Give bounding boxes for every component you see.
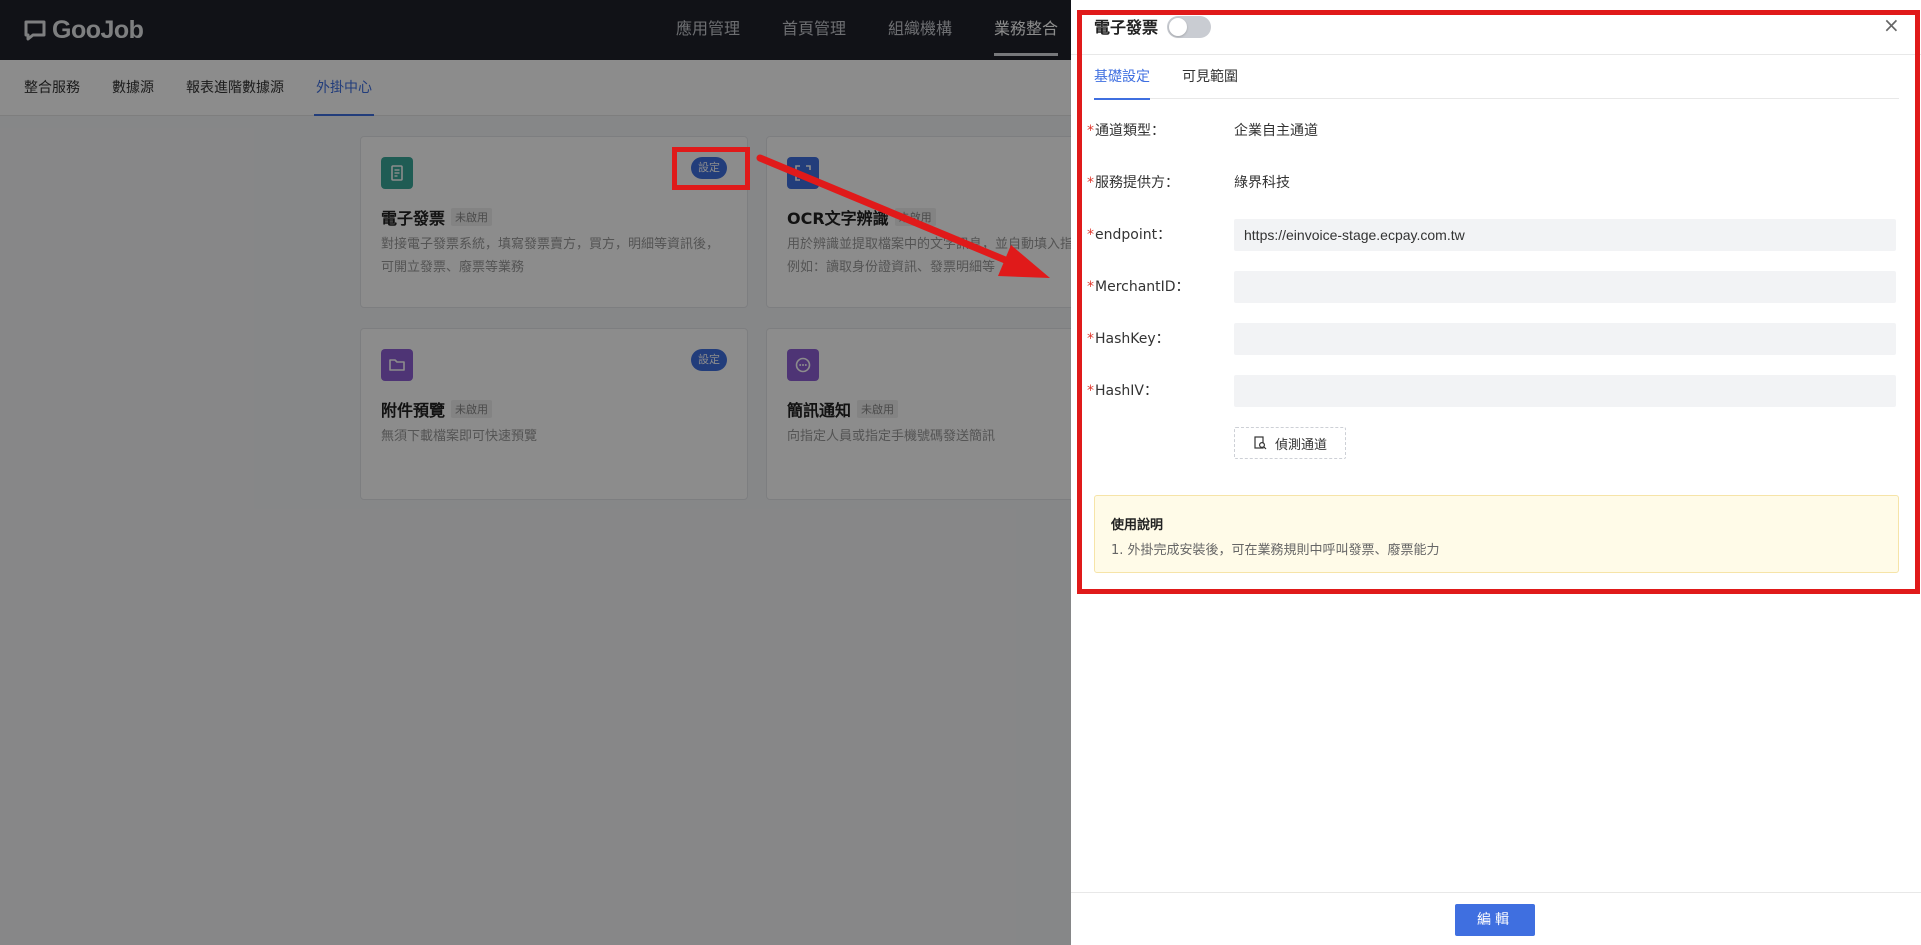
highlight-box-settings (672, 147, 750, 190)
highlight-box-drawer (1077, 10, 1920, 594)
drawer-footer: 編輯 (1071, 892, 1921, 945)
edit-button[interactable]: 編輯 (1455, 904, 1535, 936)
modal-overlay[interactable] (0, 0, 1071, 945)
